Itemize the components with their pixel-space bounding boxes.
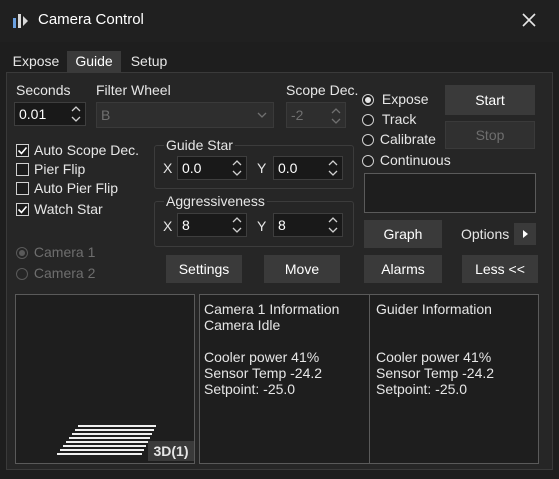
checkbox-label: Watch Star xyxy=(34,201,103,217)
scope-dec-label: Scope Dec. xyxy=(286,82,359,98)
checkbox-box[interactable] xyxy=(16,203,29,216)
radio-camera-1[interactable]: Camera 1 xyxy=(16,244,95,260)
stop-button[interactable]: Stop xyxy=(445,121,535,149)
tab-expose[interactable]: Expose xyxy=(8,51,64,72)
settings-button[interactable]: Settings xyxy=(166,255,242,283)
radio-expose[interactable]: Expose xyxy=(362,91,429,107)
spin-icon[interactable] xyxy=(71,105,81,123)
filter-wheel-value: B xyxy=(101,107,111,123)
close-icon[interactable] xyxy=(519,10,539,30)
guider-info-panel: Guider Information Cooler power 41% Sens… xyxy=(369,294,539,464)
radio-track[interactable]: Track xyxy=(362,111,416,127)
radio-label: Track xyxy=(381,111,417,127)
aggressiveness-x-input[interactable]: 8 xyxy=(177,213,247,237)
check-icon xyxy=(17,146,28,155)
options-label: Options xyxy=(461,226,510,242)
camera-info-blank xyxy=(204,333,369,349)
radio-button[interactable] xyxy=(362,134,374,147)
guide-star-x-label: X xyxy=(163,160,173,176)
camera-info-panel: Camera 1 Information Camera Idle Cooler … xyxy=(199,294,370,464)
radio-label: Expose xyxy=(381,91,429,107)
radio-button[interactable] xyxy=(16,247,28,260)
radio-camera-2[interactable]: Camera 2 xyxy=(16,265,95,281)
guider-info-temp: Sensor Temp -24.2 xyxy=(376,365,495,381)
app-icon xyxy=(13,14,28,28)
scope-dec-value: -2 xyxy=(291,107,304,123)
move-button[interactable]: Move xyxy=(264,255,340,283)
filter-wheel-select[interactable]: B xyxy=(96,102,274,128)
tab-guide[interactable]: Guide xyxy=(67,51,121,72)
guide-star-x-value: 0.0 xyxy=(182,160,202,176)
guider-info-setpoint: Setpoint: -25.0 xyxy=(376,381,468,397)
aggressiveness-y-input[interactable]: 8 xyxy=(273,213,343,237)
camera-info-temp: Sensor Temp -24.2 xyxy=(204,365,323,381)
scope-dec-input[interactable]: -2 xyxy=(286,102,346,128)
seconds-input[interactable]: 0.01 xyxy=(14,102,86,126)
checkbox-label: Pier Flip xyxy=(34,161,86,177)
spin-icon[interactable] xyxy=(328,159,338,177)
checkbox-label: Auto Scope Dec. xyxy=(34,142,140,158)
camera-info-setpoint: Setpoint: -25.0 xyxy=(204,381,296,397)
checkbox-box[interactable] xyxy=(16,144,29,157)
guider-info-blank xyxy=(376,317,538,333)
window-title: Camera Control xyxy=(38,11,144,28)
radio-label: Continuous xyxy=(379,152,451,168)
guide-preview[interactable]: 3D(1) xyxy=(15,294,195,464)
guide-star-label: Guide Star xyxy=(164,137,235,153)
radio-continuous[interactable]: Continuous xyxy=(362,152,451,168)
radio-label: Camera 1 xyxy=(33,244,96,260)
radio-label: Camera 2 xyxy=(33,265,96,281)
aggressiveness-y-value: 8 xyxy=(278,217,286,233)
less-button[interactable]: Less << xyxy=(462,255,538,283)
aggressiveness-x-value: 8 xyxy=(182,217,190,233)
spin-icon[interactable] xyxy=(232,216,242,234)
radio-label: Calibrate xyxy=(379,131,436,147)
camera-info-cooler: Cooler power 41% xyxy=(204,349,320,365)
spin-icon[interactable] xyxy=(232,159,242,177)
seconds-label: Seconds xyxy=(16,82,71,98)
seconds-value: 0.01 xyxy=(19,106,47,122)
dropdown-arrow-icon xyxy=(257,112,267,118)
star-plot-icon xyxy=(57,425,156,455)
guider-info-title: Guider Information xyxy=(376,301,492,317)
guider-info-blank xyxy=(376,333,538,349)
radio-button[interactable] xyxy=(16,268,28,281)
camera-info-status: Camera Idle xyxy=(204,317,281,333)
tab-setup[interactable]: Setup xyxy=(124,51,174,72)
guide-star-y-value: 0.0 xyxy=(278,160,298,176)
checkbox-label: Auto Pier Flip xyxy=(34,180,119,196)
guider-info-cooler: Cooler power 41% xyxy=(376,349,492,365)
spin-icon[interactable] xyxy=(328,216,338,234)
aggressiveness-x-label: X xyxy=(163,218,173,234)
filter-wheel-label: Filter Wheel xyxy=(96,82,171,98)
aggressiveness-y-label: Y xyxy=(257,218,267,234)
camera-info-title: Camera 1 Information xyxy=(204,301,340,317)
start-button[interactable]: Start xyxy=(445,85,535,115)
status-box xyxy=(364,173,536,213)
check-icon xyxy=(17,205,28,214)
radio-button[interactable] xyxy=(362,114,374,127)
preview-badge[interactable]: 3D(1) xyxy=(148,441,194,461)
arrow-right-icon xyxy=(523,230,528,238)
radio-button[interactable] xyxy=(362,155,374,168)
graph-button[interactable]: Graph xyxy=(364,220,442,248)
radio-calibrate[interactable]: Calibrate xyxy=(362,131,436,147)
spin-icon[interactable] xyxy=(331,107,341,125)
radio-button[interactable] xyxy=(362,94,374,107)
checkbox-box[interactable] xyxy=(16,163,29,176)
checkbox-box[interactable] xyxy=(16,182,29,195)
guide-star-y-label: Y xyxy=(257,160,267,176)
aggressiveness-label: Aggressiveness xyxy=(164,193,267,209)
options-button[interactable] xyxy=(514,223,536,245)
guide-star-x-input[interactable]: 0.0 xyxy=(177,156,247,180)
guide-star-y-input[interactable]: 0.0 xyxy=(273,156,343,180)
alarms-button[interactable]: Alarms xyxy=(364,255,442,283)
